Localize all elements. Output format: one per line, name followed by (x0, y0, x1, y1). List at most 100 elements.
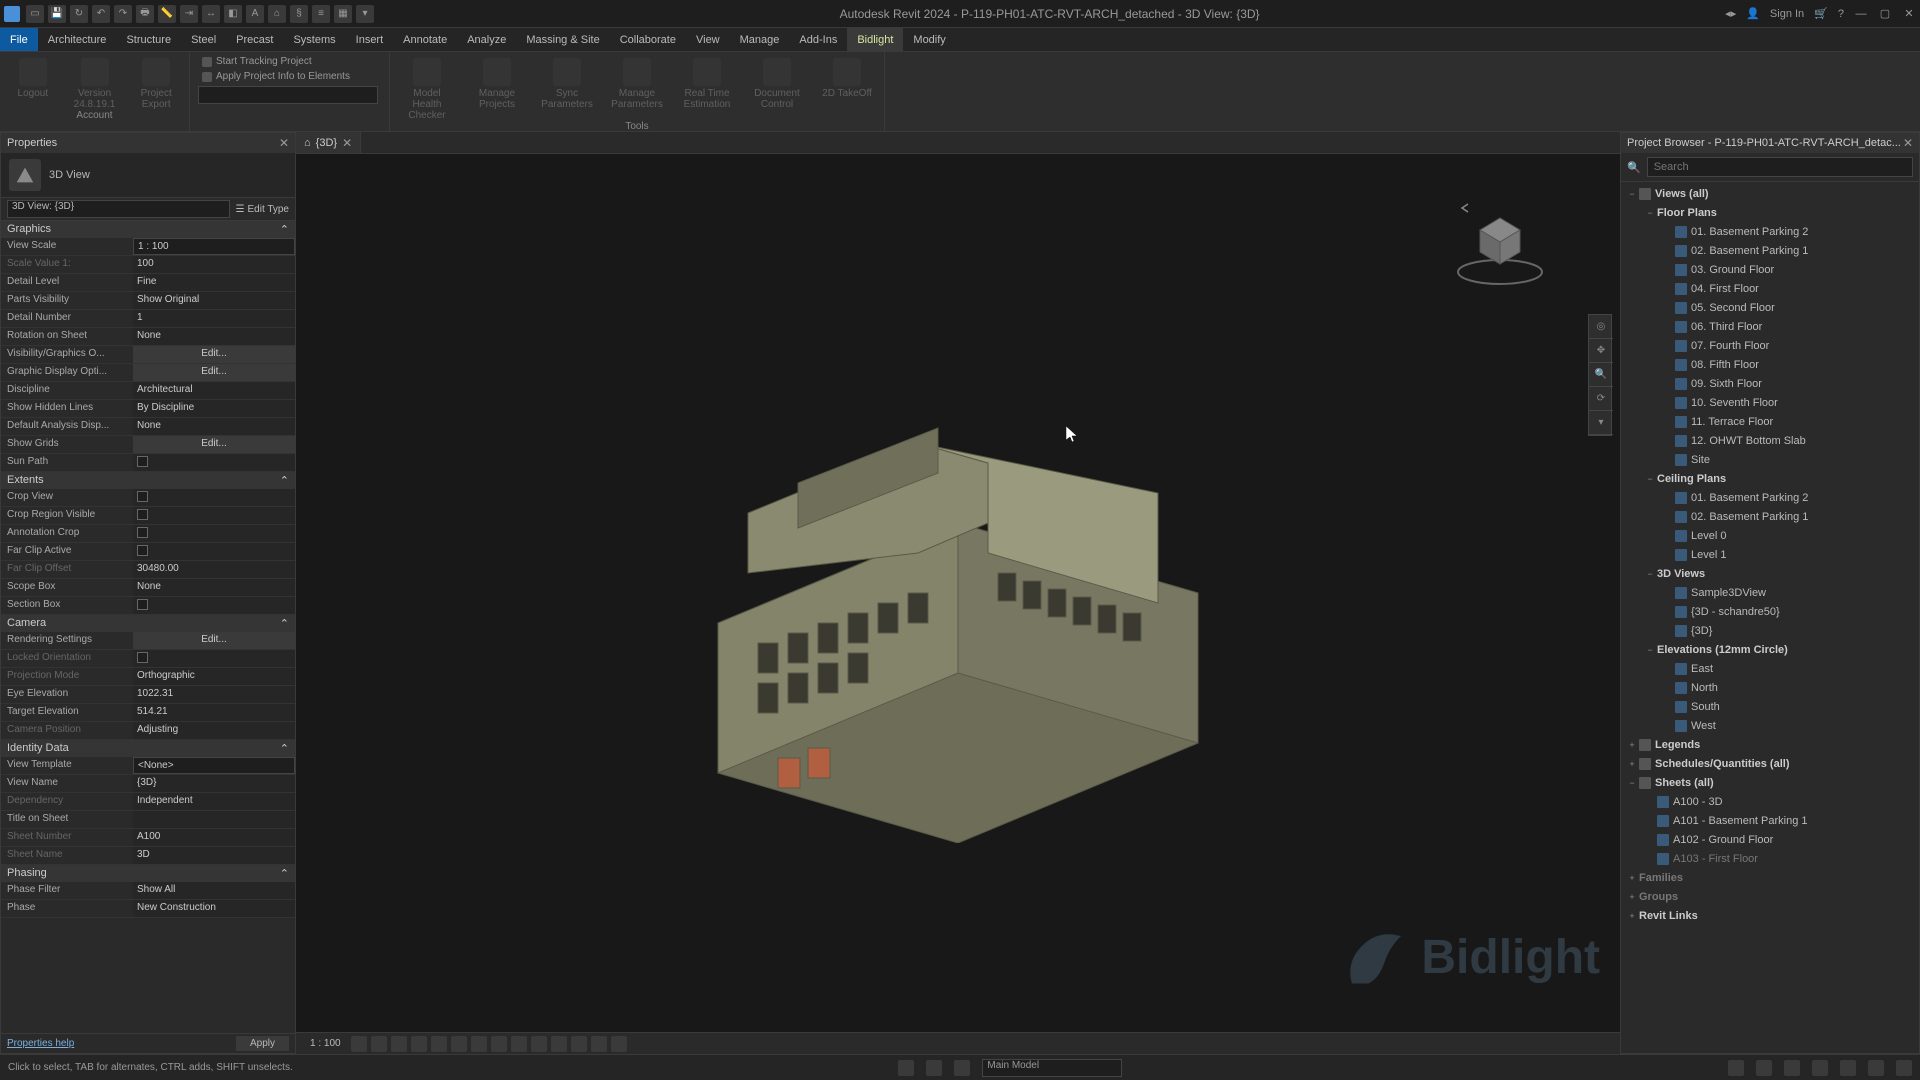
properties-help-link[interactable]: Properties help (7, 1038, 74, 1049)
menu-modify[interactable]: Modify (903, 28, 955, 51)
section-icon[interactable]: § (290, 5, 308, 23)
menu-steel[interactable]: Steel (181, 28, 226, 51)
tree-twisty-icon[interactable]: − (1643, 645, 1657, 655)
prop-value[interactable]: By Discipline (133, 400, 295, 417)
prop-section-extents[interactable]: Extents⌃ (1, 472, 295, 489)
tree-node[interactable]: 02. Basement Parking 1 (1621, 241, 1919, 260)
ribbon-project-export[interactable]: Project Export (131, 58, 181, 110)
tree-node[interactable]: 03. Ground Floor (1621, 260, 1919, 279)
checkbox-icon[interactable] (137, 456, 148, 467)
prop-value[interactable]: Edit... (133, 436, 295, 453)
tree-node[interactable]: +Families (1621, 868, 1919, 887)
menu-precast[interactable]: Precast (226, 28, 283, 51)
tree-node[interactable]: −Elevations (12mm Circle) (1621, 640, 1919, 659)
temp-hide-icon[interactable] (511, 1036, 527, 1052)
switch-windows-icon[interactable]: ▾ (356, 5, 374, 23)
prop-value[interactable]: Edit... (133, 346, 295, 363)
project-browser-close-icon[interactable]: ✕ (1903, 136, 1913, 150)
ribbon-2d-takeoff[interactable]: 2D TakeOff (818, 58, 876, 99)
prop-section-phasing[interactable]: Phasing⌃ (1, 865, 295, 882)
tree-node[interactable]: 01. Basement Parking 2 (1621, 222, 1919, 241)
prop-value[interactable] (133, 543, 295, 560)
select-pinned-icon[interactable] (1784, 1060, 1800, 1076)
view-scale-button[interactable]: 1 : 100 (304, 1038, 347, 1049)
menu-manage[interactable]: Manage (730, 28, 790, 51)
tree-node[interactable]: A102 - Ground Floor (1621, 830, 1919, 849)
type-selector[interactable]: 3D View: {3D} (7, 200, 230, 218)
print-icon[interactable]: 🖶 (136, 5, 154, 23)
prop-value[interactable]: {3D} (133, 775, 295, 792)
tree-node[interactable]: 11. Terrace Floor (1621, 412, 1919, 431)
view-icon[interactable]: ⌂ (268, 5, 286, 23)
prop-value[interactable]: Fine (133, 274, 295, 291)
tree-node[interactable]: 05. Second Floor (1621, 298, 1919, 317)
thin-lines-icon[interactable]: ≡ (312, 5, 330, 23)
close-views-icon[interactable]: ▦ (334, 5, 352, 23)
tree-node[interactable]: −Sheets (all) (1621, 773, 1919, 792)
cart-icon[interactable]: 🛒 (1814, 7, 1828, 20)
tree-node[interactable]: 10. Seventh Floor (1621, 393, 1919, 412)
ribbon-version-24-8-19-1[interactable]: Version 24.8.19.1 (70, 58, 120, 110)
apply-project-info[interactable]: Apply Project Info to Elements (198, 69, 381, 84)
tree-twisty-icon[interactable]: + (1625, 911, 1639, 921)
worksharing-disp-icon[interactable] (551, 1036, 567, 1052)
prop-value[interactable]: 1 (133, 310, 295, 327)
tree-node[interactable]: +Groups (1621, 887, 1919, 906)
tree-twisty-icon[interactable]: + (1625, 740, 1639, 750)
orbit-icon[interactable]: ⟳ (1589, 387, 1613, 411)
project-browser-search[interactable] (1647, 157, 1913, 177)
help-icon[interactable]: ? (1838, 8, 1844, 20)
prop-section-graphics[interactable]: Graphics⌃ (1, 221, 295, 238)
tree-node[interactable]: −Ceiling Plans (1621, 469, 1919, 488)
temp-view-props-icon[interactable] (571, 1036, 587, 1052)
tree-node[interactable]: +Legends (1621, 735, 1919, 754)
ribbon-model-health-checker[interactable]: Model Health Checker (398, 58, 456, 121)
drag-elem-icon[interactable] (1840, 1060, 1856, 1076)
view-tab-3d[interactable]: ⌂ {3D} ✕ (296, 132, 361, 153)
detail-level-icon[interactable] (351, 1036, 367, 1052)
editable-only-icon[interactable] (926, 1060, 942, 1076)
prop-value[interactable] (133, 454, 295, 471)
tree-node[interactable]: A100 - 3D (1621, 792, 1919, 811)
prop-value[interactable]: 514.21 (133, 704, 295, 721)
apply-button[interactable]: Apply (236, 1036, 289, 1051)
tree-twisty-icon[interactable]: − (1643, 208, 1657, 218)
tree-node[interactable]: 08. Fifth Floor (1621, 355, 1919, 374)
dim-icon[interactable]: ↔ (202, 5, 220, 23)
tree-node[interactable]: A103 - First Floor (1621, 849, 1919, 868)
tree-node[interactable]: 09. Sixth Floor (1621, 374, 1919, 393)
select-underlay-icon[interactable] (1756, 1060, 1772, 1076)
prop-value[interactable] (133, 507, 295, 524)
close-button[interactable]: ✕ (1902, 7, 1916, 21)
view-tab-close-icon[interactable]: ✕ (342, 136, 352, 150)
3d-canvas[interactable]: ◎ ✥ 🔍 ⟳ ▾ Bidlight (296, 154, 1620, 1032)
tree-node[interactable]: +Schedules/Quantities (all) (1621, 754, 1919, 773)
workset-icon[interactable] (898, 1060, 914, 1076)
ribbon-manage-projects[interactable]: Manage Projects (468, 58, 526, 110)
prop-value[interactable]: None (133, 418, 295, 435)
prop-value[interactable]: Architectural (133, 382, 295, 399)
menu-analyze[interactable]: Analyze (457, 28, 516, 51)
select-links-icon[interactable] (1728, 1060, 1744, 1076)
minimize-button[interactable]: — (1854, 7, 1868, 21)
prop-value[interactable]: None (133, 579, 295, 596)
redo-icon[interactable]: ↷ (114, 5, 132, 23)
tag-icon[interactable]: ◧ (224, 5, 242, 23)
view-cube[interactable] (1452, 194, 1548, 290)
tree-node[interactable]: A101 - Basement Parking 1 (1621, 811, 1919, 830)
sign-in-link[interactable]: Sign In (1770, 8, 1804, 20)
tree-twisty-icon[interactable]: − (1625, 778, 1639, 788)
tree-node[interactable]: {3D} (1621, 621, 1919, 640)
constraints-icon[interactable] (611, 1036, 627, 1052)
menu-insert[interactable]: Insert (346, 28, 394, 51)
prop-value[interactable] (133, 525, 295, 542)
open-icon[interactable]: ▭ (26, 5, 44, 23)
tree-node[interactable]: South (1621, 697, 1919, 716)
undo-icon[interactable]: ↶ (92, 5, 110, 23)
ribbon-document-control[interactable]: Document Control (748, 58, 806, 110)
steering-wheel-icon[interactable]: ◎ (1589, 315, 1613, 339)
prop-value[interactable]: Show All (133, 882, 295, 899)
tree-twisty-icon[interactable]: + (1625, 892, 1639, 902)
recent-icon[interactable]: ◂▸ (1725, 7, 1736, 20)
tree-node[interactable]: East (1621, 659, 1919, 678)
